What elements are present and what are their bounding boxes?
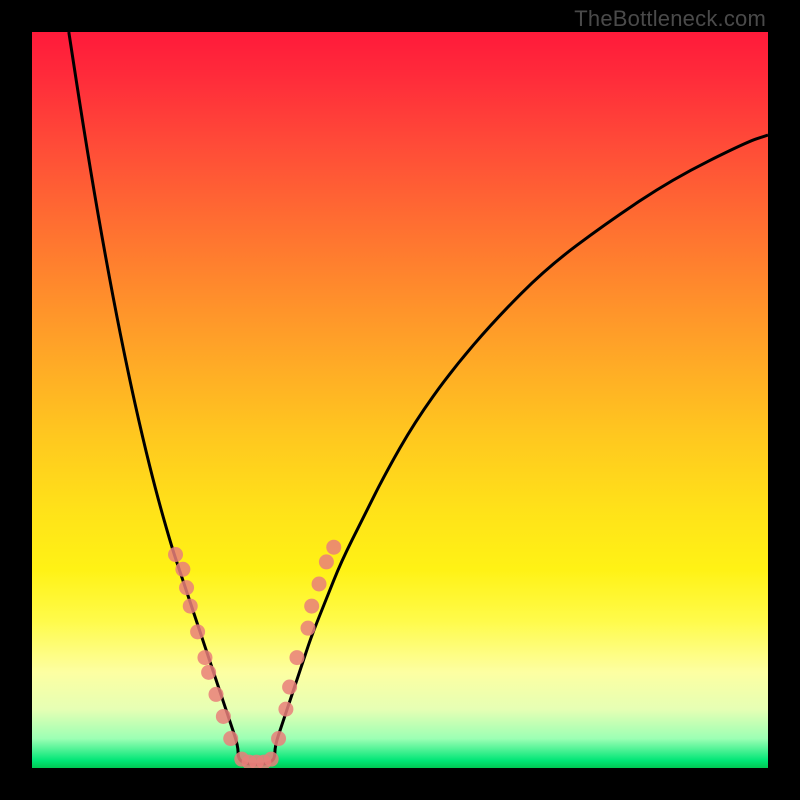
bottom-marker	[264, 752, 279, 767]
left-marker	[201, 665, 216, 680]
left-marker	[209, 687, 224, 702]
left-marker	[168, 547, 183, 562]
left-marker	[216, 709, 231, 724]
right-marker	[312, 577, 327, 592]
left-marker	[175, 562, 190, 577]
chart-frame: TheBottleneck.com	[0, 0, 800, 800]
plot-area	[32, 32, 768, 768]
right-marker	[326, 540, 341, 555]
left-marker	[197, 650, 212, 665]
right-marker	[278, 702, 293, 717]
v-curve	[69, 32, 768, 764]
left-marker	[179, 580, 194, 595]
left-marker	[183, 599, 198, 614]
bottleneck-curve	[32, 32, 768, 768]
right-marker	[304, 599, 319, 614]
right-marker	[271, 731, 286, 746]
right-marker	[319, 554, 334, 569]
right-marker	[282, 680, 297, 695]
left-marker	[190, 624, 205, 639]
right-marker	[301, 621, 316, 636]
left-marker	[223, 731, 238, 746]
right-marker	[289, 650, 304, 665]
watermark-text: TheBottleneck.com	[574, 6, 766, 32]
